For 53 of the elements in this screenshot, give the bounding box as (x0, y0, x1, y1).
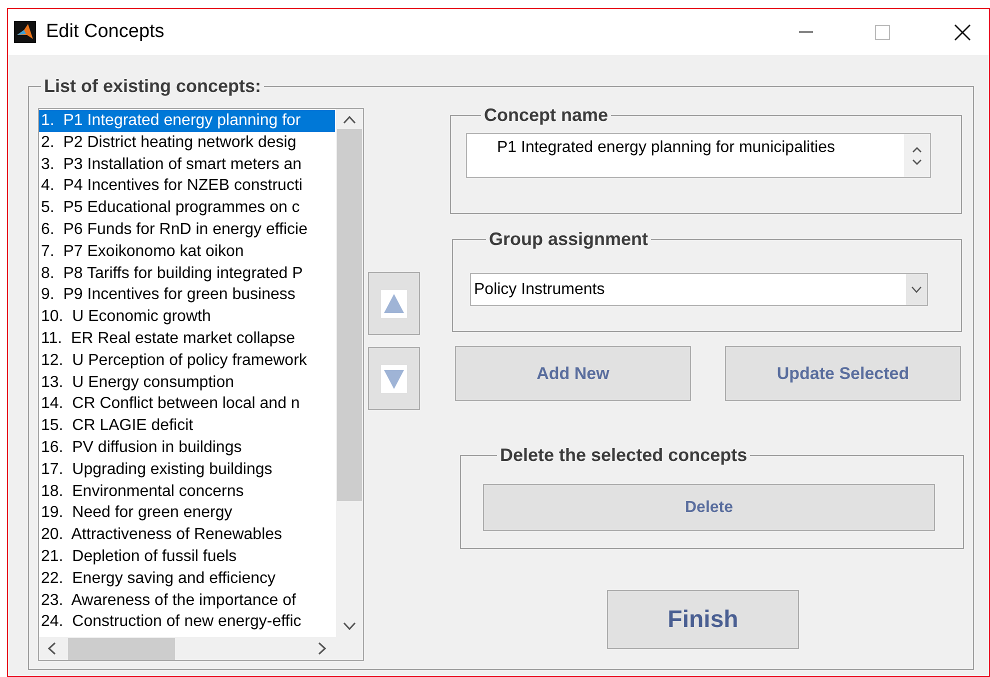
spin-down-icon[interactable] (912, 158, 922, 164)
concept-list-item[interactable]: 23. Awareness of the importance of (39, 590, 335, 612)
app-logo-icon (14, 21, 36, 43)
group-dropdown[interactable]: Policy Instruments (470, 273, 928, 306)
concept-list-item[interactable]: 12. U Perception of policy framework (39, 350, 335, 372)
dropdown-value: Policy Instruments (473, 280, 606, 300)
concept-list-item[interactable]: 11. ER Real estate market collapse (39, 328, 335, 350)
concept-list-item[interactable]: 17. Upgrading existing buildings (39, 458, 335, 481)
concept-list-item[interactable]: 24. Construction of new energy-effic (39, 611, 335, 634)
concept-list-item[interactable]: 9. P9 Incentives for green business (39, 284, 335, 306)
scroll-thumb[interactable] (337, 129, 362, 501)
concept-name-field[interactable]: P1 Integrated energy planning for municipalities (466, 133, 931, 178)
window-title: Edit Concepts (46, 20, 164, 44)
concept-list-item[interactable]: 5. P5 Educational programmes on c (39, 197, 335, 219)
concept-list-item[interactable]: 3. P3 Installation of smart meters an (39, 154, 335, 176)
scroll-thumb[interactable] (68, 638, 175, 660)
scroll-left-icon[interactable] (47, 642, 56, 655)
concept-list-item[interactable]: 6. P6 Funds for RnD in energy efficie (39, 218, 335, 241)
concept-list-item[interactable]: 15. CR LAGIE deficit (39, 415, 335, 437)
triangle-down-icon (381, 364, 407, 392)
scroll-down-icon[interactable] (343, 622, 356, 631)
concept-list-item[interactable]: 10. U Economic growth (39, 306, 335, 328)
scroll-right-icon[interactable] (318, 642, 327, 655)
panel-title: List of existing concepts: (43, 75, 262, 98)
concept-list-item[interactable]: 18. Environmental concerns (39, 480, 335, 502)
concept-list-item[interactable]: 21. Depletion of fussil fuels (39, 546, 335, 568)
horizontal-scrollbar[interactable] (39, 637, 363, 660)
vertical-scrollbar[interactable] (336, 109, 363, 637)
action-button[interactable]: Add New (455, 346, 691, 401)
field-value: P1 Integrated energy planning for municipalities (496, 138, 836, 158)
concept-list-item[interactable]: 13. U Energy consumption (39, 372, 335, 394)
concept-list-item[interactable]: 19. Need for green energy (39, 502, 335, 524)
concept-listbox[interactable] (38, 108, 364, 661)
concept-list-item[interactable]: 7. P7 Exoikonomo kat oikon (39, 240, 335, 263)
concept-list-item[interactable]: 1. P1 Integrated energy planning for (39, 110, 335, 132)
delete-button[interactable]: Delete (483, 484, 935, 531)
group-title: Delete the selected concepts (499, 444, 748, 467)
finish-button[interactable]: Finish (607, 590, 799, 649)
close-icon[interactable] (954, 24, 971, 40)
triangle-up-icon (381, 290, 407, 318)
action-button[interactable]: Update Selected (725, 346, 961, 401)
concept-list-item[interactable]: 20. Attractiveness of Renewables (39, 524, 335, 546)
group-title: Group assignment (488, 228, 650, 251)
concept-list-item[interactable]: 8. P8 Tariffs for building integrated P (39, 262, 335, 284)
concept-list-item[interactable]: 2. P2 District heating network desig (39, 132, 335, 154)
concept-list-item[interactable]: 16. PV diffusion in buildings (39, 436, 335, 459)
concept-list-item[interactable]: 22. Energy saving and efficiency (39, 568, 335, 590)
chevron-down-icon (911, 286, 922, 293)
spin-up-icon[interactable] (912, 146, 922, 152)
concept-list-item[interactable]: 4. P4 Incentives for NZEB constructi (39, 175, 335, 198)
group-title: Concept name (483, 104, 610, 127)
concept-list-item[interactable]: 14. CR Conflict between local and n (39, 393, 335, 416)
scroll-up-icon[interactable] (343, 115, 356, 124)
